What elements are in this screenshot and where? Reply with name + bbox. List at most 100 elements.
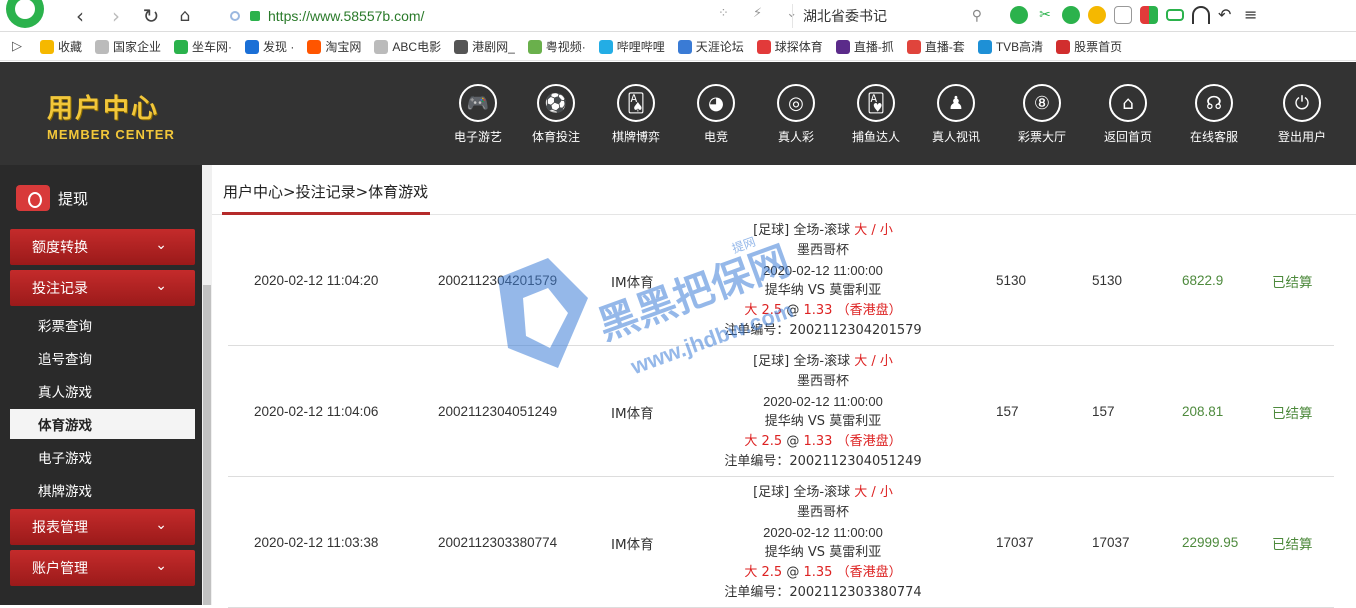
top-nav-item[interactable]: ◕ 电竞 <box>676 84 756 145</box>
back-icon[interactable]: ‹ <box>68 4 92 28</box>
table-row: 2020-02-12 11:04:20 2002112304201579 IM体育 [… <box>228 215 1334 346</box>
bookmark-item[interactable]: 直播-抓 <box>835 38 894 55</box>
detail-match-time: 2020-02-12 11:00:00 <box>763 262 883 278</box>
sidebar-cat-bet-records[interactable]: 投注记录 ⌄ <box>10 270 195 306</box>
apps-icon[interactable] <box>1140 6 1158 24</box>
undo-icon[interactable]: ↶ <box>1218 6 1236 24</box>
browser-address-bar: ‹ › ↻ ⌂ https://www.58557b.com/ ⁘ ⚡ ⌄ 湖北… <box>0 0 1356 32</box>
chevron-down-icon: ⌄ <box>155 237 167 253</box>
top-nav-item[interactable]: ◎ 真人彩 <box>756 84 836 145</box>
headphone-icon[interactable] <box>1192 6 1210 24</box>
bookmark-favicon-icon <box>677 39 692 54</box>
sidebar-cat-transfer[interactable]: 额度转换 ⌄ <box>10 229 195 265</box>
bookmark-label: 球探体育 <box>774 40 823 54</box>
bookmark-item[interactable]: 国家企业 <box>95 38 161 55</box>
coupon-icon[interactable] <box>1088 6 1106 24</box>
detail-sport: [足球] 全场-滚球 <box>753 222 851 238</box>
top-nav-item[interactable]: ♟ 真人视讯 <box>916 84 996 145</box>
sidebar-item-live[interactable]: 真人游戏 <box>10 376 195 406</box>
site-header: 用户中心 MEMBER CENTER 🎮 电子游艺 ⚽ 体育投注 🂡 棋牌博弈 ◕ 电竞 ◎ 真人… <box>0 62 1356 165</box>
bookmark-favicon-icon <box>95 39 110 54</box>
main-content: 用户中心>投注记录>体育游戏 2020-02-12 11:04:20 200211… <box>212 165 1356 608</box>
detail-odds-type: （香港盘） <box>836 302 902 318</box>
forward-icon[interactable]: › <box>104 4 128 28</box>
top-nav-item[interactable]: ⑧ 彩票大厅 <box>1002 84 1082 145</box>
sidebar-item-sports[interactable]: 体育游戏 <box>10 409 195 439</box>
withdraw-link[interactable]: 提现 <box>16 185 88 211</box>
nav-label: 捕鱼达人 <box>851 130 900 144</box>
sidebar-cat-account[interactable]: 账户管理 ⌄ <box>10 550 195 586</box>
translate-icon[interactable] <box>1062 6 1080 24</box>
top-nav-item[interactable]: 🎮 电子游艺 <box>438 84 518 145</box>
home-icon[interactable]: ⌂ <box>173 4 197 28</box>
bookmark-item[interactable]: ABC电影 <box>374 38 441 55</box>
sidebar-item-slots[interactable]: 电子游戏 <box>10 442 195 472</box>
platform: IM体育 <box>611 405 654 422</box>
bookmark-item[interactable]: 哔哩哔哩 <box>598 38 665 55</box>
scissors-icon[interactable]: ✂ <box>1036 6 1054 24</box>
bookmark-item[interactable]: 粤视频· <box>527 38 586 55</box>
chat-extension-icon[interactable] <box>1010 6 1028 24</box>
bookmark-favicon-icon <box>174 39 189 54</box>
detail-teams: 提华纳 VS 莫雷利亚 <box>764 282 882 298</box>
url-field[interactable]: https://www.58557b.com/ <box>230 5 785 27</box>
detail-sport: [足球] 全场-滚球 <box>753 353 851 369</box>
image-icon[interactable] <box>1114 6 1132 24</box>
bookmark-item[interactable]: 港剧网_ <box>454 38 515 55</box>
sidebar-cat-label: 额度转换 <box>32 240 88 256</box>
bookmark-item[interactable]: 发现 · <box>245 38 294 55</box>
bookmark-label: ABC电影 <box>392 40 442 54</box>
search-icon[interactable]: ⚲ <box>972 7 982 24</box>
bookmark-label: TVB高清 <box>995 40 1044 54</box>
detail-order-no: 注单编号：2002112304201579 <box>724 322 922 338</box>
logo-cn: 用户中心 <box>47 94 160 124</box>
bookmark-item[interactable]: 淘宝网 <box>307 38 361 55</box>
bookmark-item[interactable]: TVB高清 <box>977 38 1044 55</box>
lock-icon <box>250 11 260 21</box>
sidebar-toggle-icon[interactable]: ▷ <box>12 39 22 54</box>
sidebar-item-lottery[interactable]: 彩票查询 <box>10 310 195 340</box>
chevron-down-icon: ⌄ <box>155 517 167 533</box>
bookmark-favicon-icon <box>756 39 771 54</box>
bookmark-item[interactable]: 直播-套 <box>906 38 965 55</box>
bookmark-item[interactable]: 天涯论坛 <box>677 38 744 55</box>
detail-market-type: 大 / 小 <box>854 353 893 369</box>
bookmark-item[interactable]: 股票首页 <box>1056 38 1122 55</box>
sidebar-cat-reports[interactable]: 报表管理 ⌄ <box>10 509 195 545</box>
bookmark-item[interactable]: 球探体育 <box>756 38 823 55</box>
nav-icon: ◎ <box>777 84 815 122</box>
bookmark-favicon-icon <box>906 39 921 54</box>
bookmark-label: 哔哩哔哩 <box>616 40 665 54</box>
detail-market: [足球] 全场-滚球 大 / 小 <box>753 221 893 241</box>
top-nav-item[interactable]: ⌂ 返回首页 <box>1088 84 1168 145</box>
bookmark-item[interactable]: 坐车网· <box>174 38 232 55</box>
member-center-logo[interactable]: 用户中心 MEMBER CENTER <box>47 88 175 142</box>
detail-league: 墨西哥杯 <box>796 373 849 389</box>
detail-teams: 提华纳 VS 莫雷利亚 <box>764 544 882 560</box>
sidebar-item-chess[interactable]: 棋牌游戏 <box>10 475 195 505</box>
bookmark-label: 淘宝网 <box>325 40 362 54</box>
top-nav-item[interactable]: ⚽ 体育投注 <box>516 84 596 145</box>
detail-pick: 大 2.5 <box>744 433 783 449</box>
top-nav-item[interactable]: ⏻ 登出用户 <box>1262 84 1342 145</box>
top-nav-item[interactable]: 🂱 捕鱼达人 <box>836 84 916 145</box>
reload-icon[interactable]: ↻ <box>139 4 163 28</box>
table-row: 2020-02-12 11:03:38 2002112303380774 IM体育 [… <box>228 477 1334 608</box>
detail-order-no: 注单编号：2002112304051249 <box>724 453 922 469</box>
bet-detail: [足球] 全场-滚球 大 / 小墨西哥杯 2020-02-12 11:00:00 提… <box>698 215 948 346</box>
withdraw-icon <box>16 185 50 211</box>
menu-icon[interactable]: ≡ <box>1244 6 1262 24</box>
top-nav-item[interactable]: 🂡 棋牌博弈 <box>596 84 676 145</box>
detail-odds: 大 2.5 @ 1.35 （香港盘） <box>744 564 902 580</box>
sidebar-scrollbar[interactable] <box>202 165 212 605</box>
search-input[interactable]: 湖北省委书记 ⚲ <box>792 4 992 28</box>
detail-match-time: 2020-02-12 11:00:00 <box>763 393 883 409</box>
scrollbar-thumb[interactable] <box>203 285 211 605</box>
detail-odds: 大 2.5 @ 1.33 （香港盘） <box>744 302 902 318</box>
top-nav-item[interactable]: ☊ 在线客服 <box>1174 84 1254 145</box>
win-amount: 6822.9 <box>1182 273 1224 288</box>
bookmark-item[interactable]: 收藏 <box>40 38 82 55</box>
url-text: https://www.58557b.com/ <box>268 8 425 24</box>
sidebar-item-chase[interactable]: 追号查询 <box>10 343 195 373</box>
bookmark-label: 股票首页 <box>1074 40 1123 54</box>
